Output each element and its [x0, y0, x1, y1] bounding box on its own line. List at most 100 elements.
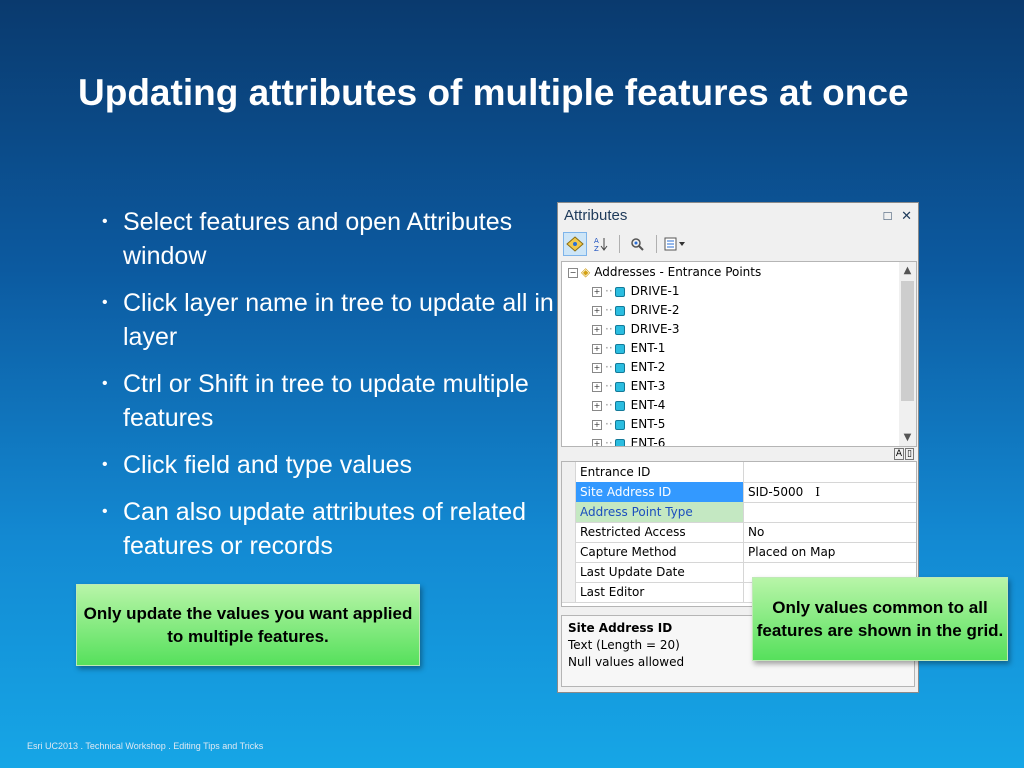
field-name: Last Update Date — [576, 562, 744, 582]
feature-icon — [614, 286, 625, 297]
tree-scrollbar[interactable]: ▲ ▼ — [899, 262, 916, 446]
bullet-item: • Click field and type values — [100, 448, 555, 482]
window-title: Attributes — [564, 207, 628, 224]
grid-row[interactable]: Capture Method Placed on Map — [562, 542, 916, 563]
layer-select-icon[interactable] — [563, 232, 587, 256]
field-value[interactable]: No — [744, 522, 916, 542]
collapse-icon[interactable]: − — [568, 267, 578, 278]
options-menu-icon[interactable] — [663, 232, 687, 256]
tree-feature-node[interactable]: + ·· ENT-6 — [592, 434, 666, 447]
tree-feature-node[interactable]: + ·· ENT-5 — [592, 415, 665, 434]
expand-icon[interactable]: + — [592, 400, 602, 411]
feature-label: ENT-2 — [630, 360, 666, 374]
feature-icon — [614, 400, 625, 411]
tree-connector: ·· — [605, 341, 613, 355]
field-name: Address Point Type — [576, 502, 744, 522]
text-cursor-icon: I — [815, 485, 821, 499]
bullet-dot-icon: • — [102, 294, 108, 311]
field-value-input[interactable]: SID-5000 I — [744, 482, 916, 502]
tree-connector: ·· — [605, 284, 613, 298]
tree-feature-node[interactable]: + ·· ENT-4 — [592, 396, 665, 415]
tree-feature-node[interactable]: + ·· ENT-2 — [592, 358, 665, 377]
field-name: Last Editor — [576, 582, 744, 602]
window-controls: □ ✕ — [878, 203, 912, 229]
feature-icon — [614, 438, 625, 446]
bullet-list: • Select features and open Attributes win… — [100, 205, 555, 576]
bullet-item: • Click layer name in tree to update all … — [100, 286, 555, 354]
tree-feature-node[interactable]: + ·· DRIVE-2 — [592, 301, 680, 320]
field-name: Capture Method — [576, 542, 744, 562]
expand-icon[interactable]: + — [592, 324, 602, 335]
feature-icon — [614, 419, 625, 430]
expand-icon[interactable]: + — [592, 419, 602, 430]
callout-update-values: Only update the values you want applied … — [76, 584, 420, 666]
feature-icon — [614, 305, 625, 316]
expand-icon[interactable]: + — [592, 305, 602, 316]
callout-text: Only update the values you want applied … — [83, 604, 413, 646]
identify-icon[interactable] — [626, 232, 650, 256]
sort-alpha-icon[interactable]: A — [893, 448, 905, 460]
svg-text:Z: Z — [594, 245, 599, 252]
layer-icon: ◈ — [581, 265, 591, 279]
feature-label: DRIVE-1 — [630, 284, 680, 298]
row-gutter — [562, 582, 576, 602]
tree-connector: ·· — [605, 360, 613, 374]
tree-connector: ·· — [605, 417, 613, 431]
tree-connector: ·· — [605, 436, 613, 447]
bullet-dot-icon: • — [102, 503, 108, 520]
row-gutter — [562, 462, 576, 482]
expand-icon[interactable]: + — [592, 343, 602, 354]
row-gutter — [562, 482, 576, 502]
expand-icon[interactable]: + — [592, 362, 602, 373]
bullet-text: Can also update attributes of related fe… — [123, 498, 527, 560]
scroll-up-icon[interactable]: ▲ — [899, 262, 916, 279]
expand-icon[interactable]: + — [592, 286, 602, 297]
field-name: Entrance ID — [576, 462, 744, 482]
scroll-down-icon[interactable]: ▼ — [899, 429, 916, 446]
sort-order-icon[interactable]: ▯ — [905, 448, 914, 460]
grid-row[interactable]: Restricted Access No — [562, 522, 916, 543]
bullet-dot-icon: • — [102, 456, 108, 473]
toolbar-separator — [619, 235, 620, 253]
bullet-dot-icon: • — [102, 375, 108, 392]
grid-row[interactable]: Entrance ID — [562, 462, 916, 483]
feature-label: DRIVE-3 — [630, 322, 680, 336]
tree-feature-node[interactable]: + ·· DRIVE-1 — [592, 282, 680, 301]
toolbar-separator — [656, 235, 657, 253]
window-titlebar[interactable]: Attributes □ ✕ — [558, 203, 918, 229]
feature-label: ENT-6 — [630, 436, 666, 447]
expand-icon[interactable]: + — [592, 381, 602, 392]
sort-az-icon[interactable]: AZ — [589, 232, 613, 256]
slide-title: Updating attributes of multiple features… — [78, 72, 909, 113]
tree-connector: ·· — [605, 322, 613, 336]
feature-label: ENT-4 — [630, 398, 666, 412]
scroll-thumb[interactable] — [901, 281, 914, 401]
tree-feature-node[interactable]: + ·· ENT-3 — [592, 377, 665, 396]
grid-row[interactable]: Site Address ID SID-5000 I — [562, 482, 916, 503]
feature-icon — [614, 343, 625, 354]
attributes-toolbar: AZ — [558, 229, 918, 259]
feature-label: ENT-1 — [630, 341, 666, 355]
tree-connector: ·· — [605, 379, 613, 393]
field-name: Restricted Access — [576, 522, 744, 542]
field-value: SID-5000 — [748, 485, 804, 499]
field-value[interactable] — [744, 502, 916, 522]
callout-text: Only values common to all features are s… — [756, 598, 1004, 640]
grid-sort-buttons: A ▯ — [893, 448, 914, 460]
expand-icon[interactable]: + — [592, 438, 602, 446]
maximize-icon[interactable]: □ — [884, 208, 892, 223]
tree-feature-node[interactable]: + ·· ENT-1 — [592, 339, 665, 358]
tree-connector: ·· — [605, 398, 613, 412]
bullet-item: • Select features and open Attributes win… — [100, 205, 555, 273]
field-value[interactable] — [744, 462, 916, 482]
field-name: Site Address ID — [576, 482, 744, 502]
feature-label: DRIVE-2 — [630, 303, 680, 317]
field-value[interactable]: Placed on Map — [744, 542, 916, 562]
feature-tree[interactable]: − ◈ Addresses - Entrance Points + ·· DRIVE-1… — [561, 261, 917, 447]
close-icon[interactable]: ✕ — [901, 208, 912, 223]
grid-row[interactable]: Address Point Type — [562, 502, 916, 523]
feature-label: ENT-3 — [630, 379, 666, 393]
tree-layer-node[interactable]: − ◈ Addresses - Entrance Points — [568, 263, 761, 282]
tree-feature-node[interactable]: + ·· DRIVE-3 — [592, 320, 680, 339]
row-gutter — [562, 562, 576, 582]
